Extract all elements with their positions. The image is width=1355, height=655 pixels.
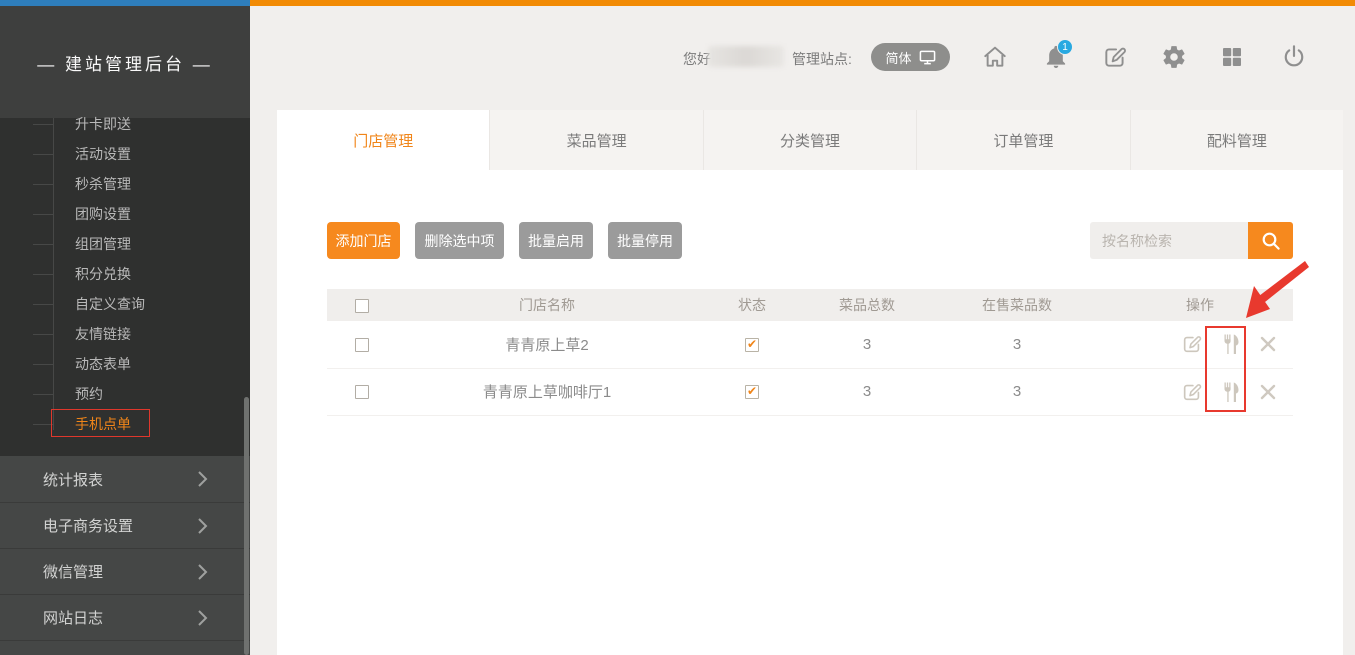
sidebar-group-statistics[interactable]: 统计报表 — [0, 456, 250, 502]
sidebar-item-dynamic-form[interactable]: 动态表单 — [0, 349, 250, 379]
status-checkbox-checked[interactable] — [745, 338, 759, 352]
tab-bar: 门店管理 菜品管理 分类管理 订单管理 配料管理 — [277, 110, 1343, 170]
select-all-checkbox[interactable] — [355, 299, 369, 313]
tab-order-management[interactable]: 订单管理 — [916, 110, 1129, 170]
sidebar-groups: 统计报表 电子商务设置 微信管理 网站日志 — [0, 456, 250, 655]
dishes-button[interactable] — [1220, 381, 1242, 403]
tab-category-management[interactable]: 分类管理 — [703, 110, 916, 170]
sidebar: — 建站管理后台 — 升卡即送 活动设置 秒杀管理 团购设置 组团管理 积分兑换… — [0, 6, 250, 655]
sidebar-brand-header: — 建站管理后台 — — [0, 6, 250, 118]
sidebar-item-group-manage[interactable]: 组团管理 — [0, 229, 250, 259]
store-name: 青青原上草咖啡厅1 — [397, 368, 697, 415]
delete-selected-button[interactable]: 删除选中项 — [415, 222, 504, 259]
column-header-on-sale: 在售菜品数 — [927, 289, 1107, 321]
apps-button[interactable] — [1217, 42, 1247, 72]
edit-button[interactable] — [1100, 42, 1130, 72]
chevron-right-icon — [197, 517, 208, 535]
sidebar-item-mobile-order[interactable]: 手机点单 — [0, 409, 250, 439]
store-table: 门店名称 状态 菜品总数 在售菜品数 操作 青青原上草2 3 3 — [327, 289, 1293, 416]
batch-enable-button[interactable]: 批量启用 — [519, 222, 593, 259]
monitor-icon — [919, 49, 936, 66]
top-strip-orange — [250, 0, 1355, 6]
edit-icon — [1102, 44, 1128, 70]
search-icon — [1260, 230, 1282, 252]
batch-disable-button[interactable]: 批量停用 — [608, 222, 682, 259]
group-separator — [0, 640, 250, 655]
sidebar-group-site-logs[interactable]: 网站日志 — [0, 594, 250, 640]
sidebar-item-groupbuy[interactable]: 团购设置 — [0, 199, 250, 229]
sidebar-item-card-gift[interactable]: 升卡即送 — [0, 109, 250, 139]
on-sale-value: 3 — [927, 321, 1107, 368]
redacted-username — [708, 46, 784, 67]
dish-total-value: 3 — [807, 368, 927, 415]
edit-store-button[interactable] — [1181, 333, 1203, 355]
delete-store-button[interactable] — [1259, 335, 1277, 353]
on-sale-value: 3 — [927, 368, 1107, 415]
sidebar-item-activity[interactable]: 活动设置 — [0, 139, 250, 169]
grid-icon — [1220, 45, 1244, 69]
sidebar-group-wechat[interactable]: 微信管理 — [0, 548, 250, 594]
table-row: 青青原上草2 3 3 — [327, 321, 1293, 368]
admin-screen: — 建站管理后台 — 升卡即送 活动设置 秒杀管理 团购设置 组团管理 积分兑换… — [0, 0, 1355, 655]
edit-icon — [1181, 381, 1203, 403]
fork-knife-icon — [1220, 333, 1242, 355]
sidebar-group-ecommerce[interactable]: 电子商务设置 — [0, 502, 250, 548]
site-label: 管理站点: — [792, 49, 852, 69]
sidebar-scrollbar[interactable] — [244, 397, 249, 655]
settings-button[interactable] — [1159, 42, 1189, 72]
home-button[interactable] — [980, 42, 1010, 72]
notification-badge: 1 — [1057, 39, 1073, 55]
tab-store-management[interactable]: 门店管理 — [277, 110, 489, 170]
group-label: 电子商务设置 — [43, 515, 133, 536]
content-card: 门店管理 菜品管理 分类管理 订单管理 配料管理 添加门店 删除选中项 批量启用… — [277, 110, 1343, 655]
tab-dish-management[interactable]: 菜品管理 — [489, 110, 702, 170]
row-checkbox[interactable] — [355, 385, 369, 399]
chevron-right-icon — [197, 470, 208, 488]
group-label: 微信管理 — [43, 561, 103, 582]
tab-ingredient-management[interactable]: 配料管理 — [1130, 110, 1343, 170]
sidebar-item-seckill[interactable]: 秒杀管理 — [0, 169, 250, 199]
sidebar-item-reservation[interactable]: 预约 — [0, 379, 250, 409]
column-header-dish-total: 菜品总数 — [807, 289, 927, 321]
delete-store-button[interactable] — [1259, 383, 1277, 401]
dishes-button[interactable] — [1220, 333, 1242, 355]
status-checkbox-checked[interactable] — [745, 385, 759, 399]
logout-button[interactable] — [1279, 42, 1309, 72]
edit-icon — [1181, 333, 1203, 355]
sidebar-item-custom-query[interactable]: 自定义查询 — [0, 289, 250, 319]
column-header-name: 门店名称 — [397, 289, 697, 321]
row-checkbox[interactable] — [355, 338, 369, 352]
dish-total-value: 3 — [807, 321, 927, 368]
store-name: 青青原上草2 — [397, 321, 697, 368]
gear-icon — [1161, 44, 1187, 70]
close-icon — [1259, 383, 1277, 401]
group-label: 网站日志 — [43, 607, 103, 628]
fork-knife-icon — [1220, 381, 1242, 403]
table-header-row: 门店名称 状态 菜品总数 在售菜品数 操作 — [327, 289, 1293, 321]
language-label: 简体 — [885, 48, 911, 67]
notifications-button[interactable]: 1 — [1041, 42, 1071, 72]
home-icon — [982, 44, 1008, 70]
brand-title: — 建站管理后台 — — [37, 50, 212, 75]
greeting-text: 您好 — [683, 49, 711, 69]
language-switch-button[interactable]: 简体 — [871, 43, 950, 71]
table-row: 青青原上草咖啡厅1 3 3 — [327, 368, 1293, 415]
sidebar-submenu: 升卡即送 活动设置 秒杀管理 团购设置 组团管理 积分兑换 自定义查询 友情链接… — [0, 118, 250, 456]
add-store-button[interactable]: 添加门店 — [327, 222, 400, 259]
search-input[interactable] — [1090, 222, 1248, 259]
close-icon — [1259, 335, 1277, 353]
chevron-right-icon — [197, 609, 208, 627]
sidebar-item-friend-links[interactable]: 友情链接 — [0, 319, 250, 349]
group-label: 统计报表 — [43, 469, 103, 490]
column-header-status: 状态 — [697, 289, 807, 321]
power-icon — [1281, 44, 1307, 70]
edit-store-button[interactable] — [1181, 381, 1203, 403]
sidebar-item-points[interactable]: 积分兑换 — [0, 259, 250, 289]
chevron-right-icon — [197, 563, 208, 581]
search-button[interactable] — [1248, 222, 1293, 259]
column-header-actions: 操作 — [1107, 289, 1293, 321]
